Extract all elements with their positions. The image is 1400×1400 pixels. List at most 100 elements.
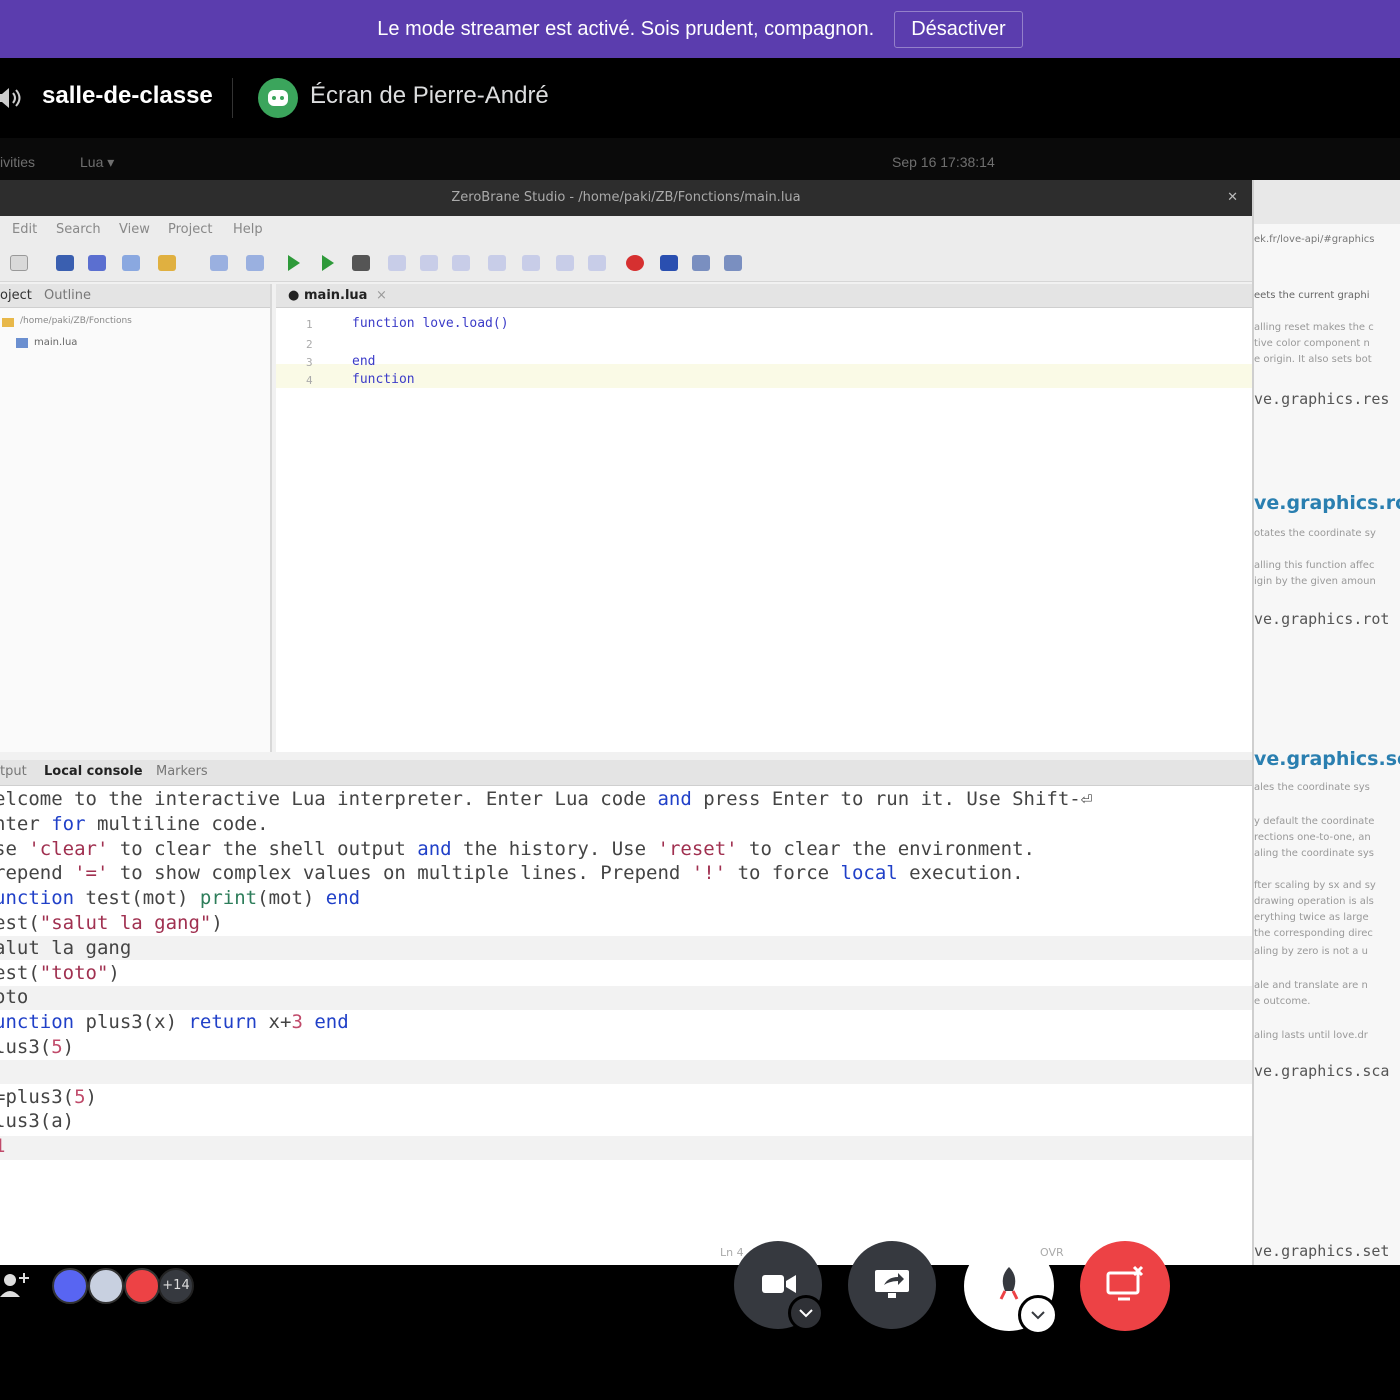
participant-avatar[interactable]	[124, 1268, 160, 1304]
activities-menu[interactable]: ivities	[0, 154, 35, 170]
console-line: repend '=' to show complex values on mul…	[0, 862, 1024, 885]
menu-search[interactable]: Search	[56, 222, 101, 237]
find-in-files-icon[interactable]	[246, 255, 264, 271]
continue-icon[interactable]	[322, 255, 334, 271]
local-console[interactable]: elcome to the interactive Lua interprete…	[0, 786, 1252, 1265]
tab-output[interactable]: tput	[0, 764, 27, 779]
menu-view[interactable]: View	[119, 222, 150, 237]
docs-text: e origin. It also sets bot	[1254, 354, 1372, 365]
console-line: se 'clear' to clear the shell output and…	[0, 837, 1035, 860]
docs-text: ales the coordinate sys	[1254, 782, 1370, 793]
streamer-mode-message: Le mode streamer est activé. Sois pruden…	[377, 17, 875, 40]
code-line: function love.load()	[352, 316, 509, 331]
tab-outline[interactable]: Outline	[44, 288, 91, 303]
docs-text: drawing operation is als	[1254, 896, 1374, 907]
project-panel: oject Outline /home/paki/ZB/Fonctions ma…	[0, 284, 272, 752]
step-over-icon[interactable]	[420, 255, 438, 271]
screen-share-icon	[875, 1270, 909, 1298]
output-icon[interactable]	[692, 255, 710, 271]
save-all-icon[interactable]	[88, 255, 106, 271]
disable-streamer-mode-button[interactable]: Désactiver	[894, 10, 1023, 48]
new-file-icon[interactable]	[10, 255, 28, 271]
camera-icon	[762, 1275, 796, 1293]
code-editor[interactable]: ● main.lua × 1 2 3 4 function love.load(…	[276, 284, 1252, 752]
docs-heading[interactable]: ve.graphics.rot	[1254, 492, 1400, 514]
console-line: unction test(mot) print(mot) end	[0, 887, 361, 910]
disconnect-button[interactable]	[1080, 1241, 1170, 1331]
rocket-icon	[999, 1267, 1019, 1300]
console-output-row	[0, 1136, 1252, 1160]
tab-markers[interactable]: Markers	[156, 764, 208, 779]
invite-user-icon[interactable]	[0, 1271, 30, 1301]
project-tabs: oject Outline	[0, 284, 270, 308]
more-participants-count[interactable]: +14	[158, 1268, 194, 1304]
code-line: function	[352, 372, 415, 387]
docs-text: aling lasts until love.dr	[1254, 1030, 1368, 1041]
docs-url[interactable]: ek.fr/love-api/#graphics	[1254, 234, 1374, 245]
step-out-icon[interactable]	[452, 255, 470, 271]
stop-stream-icon	[1106, 1265, 1144, 1301]
console-line: alut la gang	[0, 936, 132, 959]
docs-text: erything twice as large	[1254, 912, 1369, 923]
console-line: unction plus3(x) return x+3 end	[0, 1011, 349, 1034]
code-line: end	[352, 354, 376, 369]
tab-main-lua[interactable]: main.lua	[304, 288, 367, 303]
desktop-clock: Sep 16 17:38:14	[892, 154, 995, 170]
chevron-down-icon	[1031, 1311, 1045, 1320]
docs-heading[interactable]: ve.graphics.sca	[1254, 748, 1400, 770]
save-icon[interactable]	[56, 255, 74, 271]
menu-bar: Edit Search View Project Help	[0, 216, 1252, 244]
call-header: salle-de-classe Écran de Pierre-André	[0, 58, 1400, 138]
docs-code: ve.graphics.set	[1254, 1242, 1390, 1260]
menu-help[interactable]: Help	[233, 222, 263, 237]
console-line: lus3(a)	[0, 1110, 75, 1133]
stack-icon[interactable]	[556, 255, 574, 271]
run-icon[interactable]	[288, 255, 300, 271]
voice-channel-icon	[0, 88, 21, 108]
project-icon[interactable]	[122, 255, 140, 271]
find-icon[interactable]	[210, 255, 228, 271]
tab-project[interactable]: oject	[0, 288, 32, 303]
participant-avatar[interactable]	[88, 1268, 124, 1304]
desktop-top-bar: ivities Lua ▾ Sep 16 17:38:14	[0, 138, 1400, 180]
docs-text: y default the coordinate	[1254, 816, 1375, 827]
menu-project[interactable]: Project	[168, 222, 212, 237]
run-to-cursor-icon[interactable]	[488, 255, 506, 271]
docs-text: eets the current graphi	[1254, 290, 1370, 301]
streamer-mode-banner: Le mode streamer est activé. Sois pruden…	[0, 0, 1400, 58]
docs-text: otates the coordinate sy	[1254, 528, 1376, 539]
docs-text: alling reset makes the c	[1254, 322, 1374, 333]
app-menu[interactable]: Lua ▾	[80, 154, 114, 171]
tab-close-icon[interactable]: ×	[376, 288, 387, 303]
folder-icon	[2, 318, 14, 327]
open-folder-icon[interactable]	[158, 255, 176, 271]
screen-share-button[interactable]	[848, 1241, 936, 1329]
console-line: est("salut la gang")	[0, 912, 223, 934]
channel-name[interactable]: salle-de-classe	[42, 82, 213, 110]
project-file[interactable]: main.lua	[34, 337, 77, 348]
break-icon[interactable]	[588, 255, 606, 271]
step-into-icon[interactable]	[388, 255, 406, 271]
window-title: ZeroBrane Studio - /home/paki/ZB/Fonctio…	[451, 190, 801, 205]
participant-avatar[interactable]	[52, 1268, 88, 1304]
activity-options-button[interactable]	[1018, 1295, 1058, 1335]
chevron-down-icon	[799, 1309, 813, 1318]
editor-tabs: ● main.lua ×	[276, 284, 1252, 308]
close-icon[interactable]: ✕	[1227, 180, 1238, 216]
line-number: 2	[306, 338, 313, 351]
docs-code: ve.graphics.sca	[1254, 1062, 1390, 1080]
breakpoint-icon[interactable]	[626, 255, 644, 271]
console-line: lus3(5)	[0, 1036, 75, 1058]
camera-options-button[interactable]	[788, 1295, 824, 1331]
tab-local-console[interactable]: Local console	[44, 764, 143, 779]
menu-edit[interactable]: Edit	[12, 222, 37, 237]
ide-window: ZeroBrane Studio - /home/paki/ZB/Fonctio…	[0, 180, 1252, 1265]
project-folder[interactable]: /home/paki/ZB/Fonctions	[20, 316, 132, 326]
header-divider	[232, 78, 233, 118]
console-icon[interactable]	[724, 255, 742, 271]
watch-icon[interactable]	[522, 255, 540, 271]
bookmark-icon[interactable]	[660, 255, 678, 271]
docs-text: igin by the given amoun	[1254, 576, 1376, 587]
stop-icon[interactable]	[352, 255, 370, 271]
line-number: 4	[306, 374, 313, 387]
